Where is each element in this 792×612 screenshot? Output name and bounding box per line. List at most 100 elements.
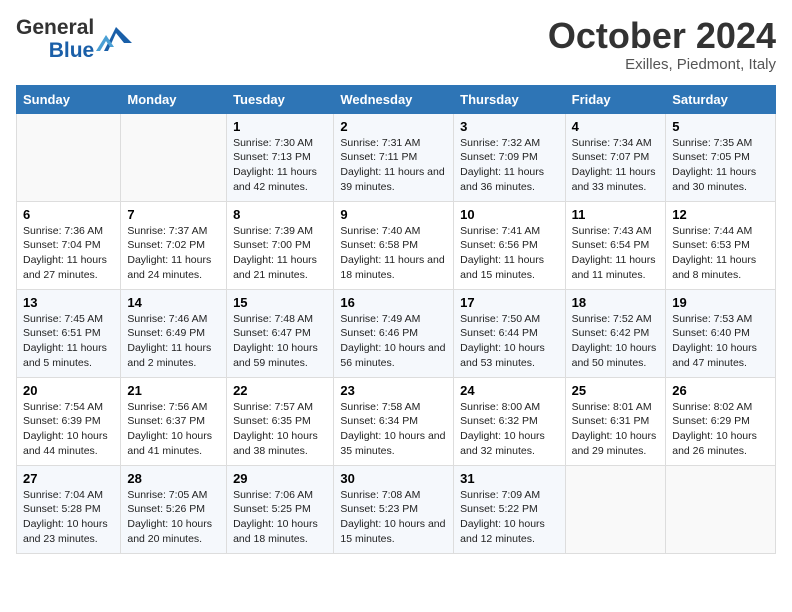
calendar-cell: 27 Sunrise: 7:04 AMSunset: 5:28 PMDayligh… xyxy=(17,465,121,553)
day-info: Sunrise: 7:57 AMSunset: 6:35 PMDaylight:… xyxy=(233,400,327,459)
day-number: 3 xyxy=(460,119,558,134)
calendar-week-row: 6 Sunrise: 7:36 AMSunset: 7:04 PMDaylight… xyxy=(17,201,776,289)
day-info: Sunrise: 7:53 AMSunset: 6:40 PMDaylight:… xyxy=(672,312,769,371)
day-number: 18 xyxy=(572,295,660,310)
day-info: Sunrise: 7:43 AMSunset: 6:54 PMDaylight:… xyxy=(572,224,660,283)
calendar-cell: 29Sunrise: 7:06 AMSunset: 5:25 PMDayligh… xyxy=(227,465,334,553)
calendar-cell: 30 Sunrise: 7:08 AMSunset: 5:23 PMDayligh… xyxy=(334,465,454,553)
day-info: Sunrise: 8:00 AMSunset: 6:32 PMDaylight:… xyxy=(460,400,558,459)
day-number: 29 xyxy=(233,471,327,486)
day-info: Sunrise: 7:58 AMSunset: 6:34 PMDaylight:… xyxy=(340,400,447,459)
calendar-cell: 5 Sunrise: 7:35 AMSunset: 7:05 PMDaylight… xyxy=(666,113,776,201)
day-info: Sunrise: 7:48 AMSunset: 6:47 PMDaylight:… xyxy=(233,312,327,371)
calendar-cell: 24 Sunrise: 8:00 AMSunset: 6:32 PMDayligh… xyxy=(454,377,565,465)
calendar-week-row: 13Sunrise: 7:45 AMSunset: 6:51 PMDayligh… xyxy=(17,289,776,377)
day-info: Sunrise: 8:02 AMSunset: 6:29 PMDaylight:… xyxy=(672,400,769,459)
day-number: 21 xyxy=(127,383,220,398)
col-header-tuesday: Tuesday xyxy=(227,85,334,113)
day-info: Sunrise: 7:05 AMSunset: 5:26 PMDaylight:… xyxy=(127,488,220,547)
day-number: 25 xyxy=(572,383,660,398)
calendar-cell: 23 Sunrise: 7:58 AMSunset: 6:34 PMDayligh… xyxy=(334,377,454,465)
calendar-week-row: 20 Sunrise: 7:54 AMSunset: 6:39 PMDayligh… xyxy=(17,377,776,465)
day-info: Sunrise: 7:31 AMSunset: 7:11 PMDaylight:… xyxy=(340,136,447,195)
day-info: Sunrise: 7:34 AMSunset: 7:07 PMDaylight:… xyxy=(572,136,660,195)
day-info: Sunrise: 7:09 AMSunset: 5:22 PMDaylight:… xyxy=(460,488,558,547)
calendar-table: SundayMondayTuesdayWednesdayThursdayFrid… xyxy=(16,85,776,554)
day-number: 9 xyxy=(340,207,447,222)
day-number: 23 xyxy=(340,383,447,398)
day-number: 22 xyxy=(233,383,327,398)
day-info: Sunrise: 7:08 AMSunset: 5:23 PMDaylight:… xyxy=(340,488,447,547)
day-number: 19 xyxy=(672,295,769,310)
calendar-cell: 22 Sunrise: 7:57 AMSunset: 6:35 PMDayligh… xyxy=(227,377,334,465)
calendar-cell: 16Sunrise: 7:49 AMSunset: 6:46 PMDayligh… xyxy=(334,289,454,377)
day-number: 27 xyxy=(23,471,114,486)
day-info: Sunrise: 7:41 AMSunset: 6:56 PMDaylight:… xyxy=(460,224,558,283)
day-number: 5 xyxy=(672,119,769,134)
col-header-thursday: Thursday xyxy=(454,85,565,113)
location: Exilles, Piedmont, Italy xyxy=(548,56,776,73)
day-info: Sunrise: 7:46 AMSunset: 6:49 PMDaylight:… xyxy=(127,312,220,371)
calendar-cell: 21 Sunrise: 7:56 AMSunset: 6:37 PMDayligh… xyxy=(121,377,227,465)
col-header-friday: Friday xyxy=(565,85,666,113)
day-number: 7 xyxy=(127,207,220,222)
calendar-cell: 3 Sunrise: 7:32 AMSunset: 7:09 PMDaylight… xyxy=(454,113,565,201)
col-header-monday: Monday xyxy=(121,85,227,113)
day-number: 24 xyxy=(460,383,558,398)
day-info: Sunrise: 7:39 AMSunset: 7:00 PMDaylight:… xyxy=(233,224,327,283)
calendar-cell: 28 Sunrise: 7:05 AMSunset: 5:26 PMDayligh… xyxy=(121,465,227,553)
day-number: 30 xyxy=(340,471,447,486)
day-info: Sunrise: 7:49 AMSunset: 6:46 PMDaylight:… xyxy=(340,312,447,371)
calendar-cell: 8 Sunrise: 7:39 AMSunset: 7:00 PMDaylight… xyxy=(227,201,334,289)
day-number: 8 xyxy=(233,207,327,222)
calendar-cell xyxy=(666,465,776,553)
col-header-saturday: Saturday xyxy=(666,85,776,113)
day-number: 4 xyxy=(572,119,660,134)
day-number: 31 xyxy=(460,471,558,486)
day-number: 17 xyxy=(460,295,558,310)
title-block: October 2024 Exilles, Piedmont, Italy xyxy=(548,16,776,73)
day-info: Sunrise: 7:52 AMSunset: 6:42 PMDaylight:… xyxy=(572,312,660,371)
month-title: October 2024 xyxy=(548,16,776,56)
calendar-cell: 6 Sunrise: 7:36 AMSunset: 7:04 PMDaylight… xyxy=(17,201,121,289)
day-info: Sunrise: 8:01 AMSunset: 6:31 PMDaylight:… xyxy=(572,400,660,459)
calendar-cell xyxy=(121,113,227,201)
day-info: Sunrise: 7:36 AMSunset: 7:04 PMDaylight:… xyxy=(23,224,114,283)
day-info: Sunrise: 7:54 AMSunset: 6:39 PMDaylight:… xyxy=(23,400,114,459)
calendar-cell: 11 Sunrise: 7:43 AMSunset: 6:54 PMDayligh… xyxy=(565,201,666,289)
calendar-week-row: 1 Sunrise: 7:30 AMSunset: 7:13 PMDaylight… xyxy=(17,113,776,201)
day-info: Sunrise: 7:04 AMSunset: 5:28 PMDaylight:… xyxy=(23,488,114,547)
calendar-cell: 14 Sunrise: 7:46 AMSunset: 6:49 PMDayligh… xyxy=(121,289,227,377)
day-number: 20 xyxy=(23,383,114,398)
calendar-cell xyxy=(565,465,666,553)
calendar-week-row: 27 Sunrise: 7:04 AMSunset: 5:28 PMDayligh… xyxy=(17,465,776,553)
logo-general: General xyxy=(16,16,94,39)
page-header: General Blue October 2024 Exilles, Piedm… xyxy=(16,16,776,73)
day-number: 26 xyxy=(672,383,769,398)
calendar-cell: 1 Sunrise: 7:30 AMSunset: 7:13 PMDaylight… xyxy=(227,113,334,201)
calendar-cell: 7 Sunrise: 7:37 AMSunset: 7:02 PMDaylight… xyxy=(121,201,227,289)
logo: General Blue xyxy=(16,16,132,62)
day-info: Sunrise: 7:35 AMSunset: 7:05 PMDaylight:… xyxy=(672,136,769,195)
day-info: Sunrise: 7:37 AMSunset: 7:02 PMDaylight:… xyxy=(127,224,220,283)
day-info: Sunrise: 7:30 AMSunset: 7:13 PMDaylight:… xyxy=(233,136,327,195)
calendar-cell: 31 Sunrise: 7:09 AMSunset: 5:22 PMDayligh… xyxy=(454,465,565,553)
calendar-cell: 12Sunrise: 7:44 AMSunset: 6:53 PMDayligh… xyxy=(666,201,776,289)
calendar-cell: 2 Sunrise: 7:31 AMSunset: 7:11 PMDaylight… xyxy=(334,113,454,201)
calendar-cell: 13Sunrise: 7:45 AMSunset: 6:51 PMDayligh… xyxy=(17,289,121,377)
day-number: 13 xyxy=(23,295,114,310)
day-number: 28 xyxy=(127,471,220,486)
day-number: 11 xyxy=(572,207,660,222)
day-number: 14 xyxy=(127,295,220,310)
calendar-cell: 25 Sunrise: 8:01 AMSunset: 6:31 PMDayligh… xyxy=(565,377,666,465)
day-number: 6 xyxy=(23,207,114,222)
calendar-cell: 26 Sunrise: 8:02 AMSunset: 6:29 PMDayligh… xyxy=(666,377,776,465)
day-number: 1 xyxy=(233,119,327,134)
calendar-cell: 15Sunrise: 7:48 AMSunset: 6:47 PMDayligh… xyxy=(227,289,334,377)
day-number: 2 xyxy=(340,119,447,134)
day-info: Sunrise: 7:32 AMSunset: 7:09 PMDaylight:… xyxy=(460,136,558,195)
logo-icon xyxy=(96,23,132,55)
day-info: Sunrise: 7:56 AMSunset: 6:37 PMDaylight:… xyxy=(127,400,220,459)
day-info: Sunrise: 7:40 AMSunset: 6:58 PMDaylight:… xyxy=(340,224,447,283)
logo-blue: Blue xyxy=(49,39,95,62)
